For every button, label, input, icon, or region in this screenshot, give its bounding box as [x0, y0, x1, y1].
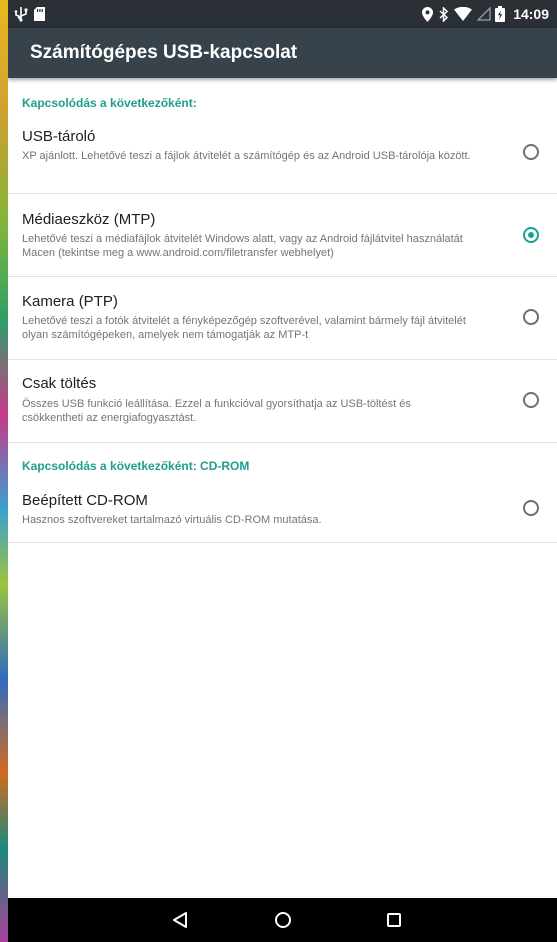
option-title: USB-tároló: [22, 128, 96, 145]
radio-button-ptp[interactable]: [523, 309, 539, 325]
status-bar: 14:09: [8, 0, 557, 28]
radio-button-charge-only[interactable]: [523, 392, 539, 408]
option-title: Beépített CD-ROM: [22, 492, 148, 509]
sd-card-icon: [34, 0, 45, 28]
wifi-icon: [454, 0, 472, 28]
battery-icon: [495, 0, 505, 28]
navigation-bar: [8, 898, 557, 942]
location-icon: [422, 0, 433, 28]
status-time: 14:09: [513, 6, 549, 22]
home-icon[interactable]: [261, 898, 305, 942]
option-summary: Lehetővé teszi a fotók átvitelét a fényk…: [22, 315, 466, 341]
radio-button-mtp[interactable]: [523, 227, 539, 243]
usb-icon: [14, 0, 28, 28]
option-summary: Hasznos szoftvereket tartalmazó virtuáli…: [22, 514, 322, 526]
option-charge-only[interactable]: Csak töltés Összes USB funkció leállítás…: [8, 360, 557, 443]
section-header-connect: Kapcsolódás a következőként:: [22, 96, 197, 110]
option-summary: XP ajánlott. Lehetővé teszi a fájlok átv…: [22, 150, 471, 162]
option-usb-storage[interactable]: USB-tároló XP ajánlott. Lehetővé teszi a…: [8, 114, 557, 194]
settings-list: Kapcsolódás a következőként: USB-tároló …: [8, 78, 557, 908]
option-summary: Összes USB funkció leállítása. Ezzel a f…: [22, 398, 411, 424]
page-title: Számítógépes USB-kapcsolat: [30, 42, 298, 63]
option-mtp[interactable]: Médiaeszköz (MTP) Lehetővé teszi a média…: [8, 194, 557, 277]
signal-icon: [477, 0, 491, 28]
option-title: Médiaeszköz (MTP): [22, 211, 156, 228]
option-cdrom[interactable]: Beépített CD-ROM Hasznos szoftvereket ta…: [8, 476, 557, 543]
app-bar: Számítógépes USB-kapcsolat: [8, 28, 557, 78]
section-header-cdrom: Kapcsolódás a következőként: CD-ROM: [22, 459, 250, 473]
bluetooth-icon: [439, 0, 449, 28]
option-summary: Lehetővé teszi a médiafájlok átvitelét W…: [22, 233, 463, 259]
wallpaper-edge: [0, 0, 8, 942]
option-ptp[interactable]: Kamera (PTP) Lehetővé teszi a fotók átvi…: [8, 277, 557, 360]
option-title: Csak töltés: [22, 375, 97, 392]
option-title: Kamera (PTP): [22, 293, 118, 310]
radio-button-usb-storage[interactable]: [523, 144, 539, 160]
recents-icon[interactable]: [372, 898, 416, 942]
back-icon[interactable]: [158, 898, 202, 942]
radio-button-cdrom[interactable]: [523, 500, 539, 516]
